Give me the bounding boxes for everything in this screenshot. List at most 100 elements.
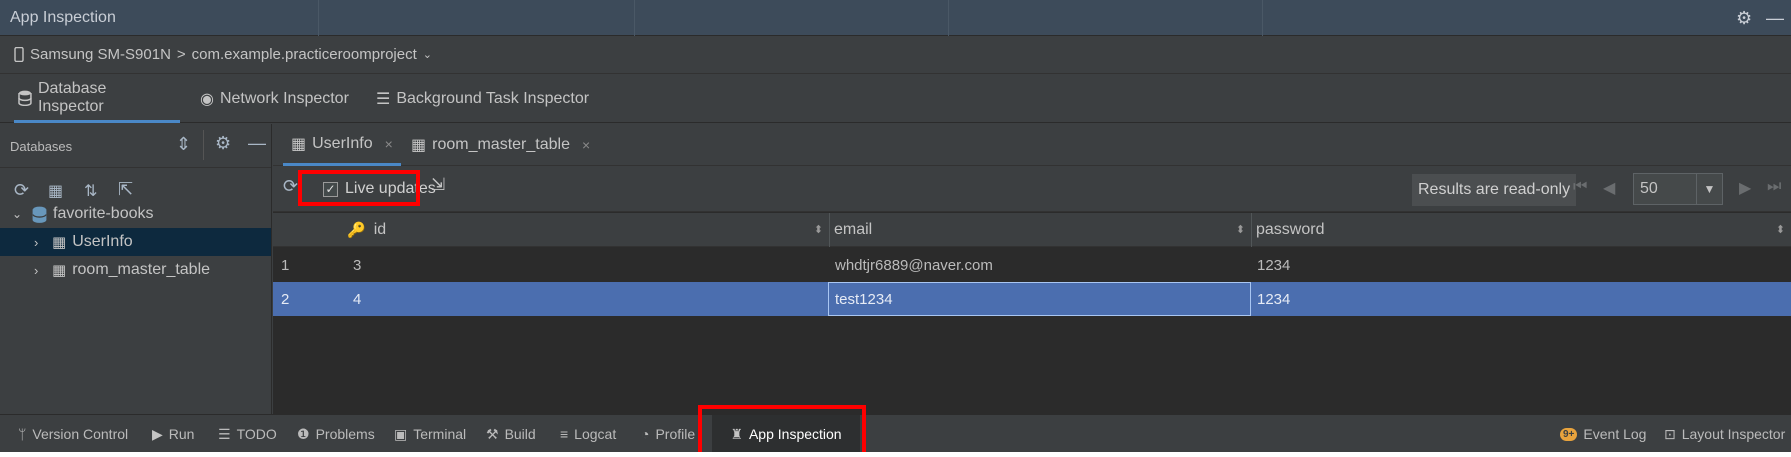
tab-background-task-inspector[interactable]: ☰ Background Task Inspector [372, 75, 593, 123]
collapse-all-icon[interactable]: ⇕ [176, 134, 191, 155]
cell-password[interactable]: 1234 [1257, 248, 1290, 282]
hide-panel-icon[interactable]: — [248, 133, 266, 154]
column-header-password[interactable]: password ⬍ [1251, 213, 1791, 247]
tab-userinfo[interactable]: ▦ UserInfo × [283, 124, 401, 166]
column-header-email[interactable]: email ⬍ [829, 213, 1251, 247]
terminal-icon: ▣ [394, 425, 408, 442]
databases-panel-header: Databases ⇕ ⚙ — [0, 124, 271, 168]
table-icon: ▦ [411, 137, 427, 154]
sort-icon[interactable]: ⬍ [1776, 223, 1785, 236]
layout-inspector-icon: ⊡ [1664, 425, 1676, 442]
close-icon[interactable]: × [385, 136, 393, 152]
table-tabs: ▦ UserInfo × ▦ room_master_table × [273, 124, 1791, 166]
globe-icon: ◉ [200, 91, 214, 108]
tool-run[interactable]: ▶ Run [152, 415, 194, 453]
last-page-icon[interactable]: ⏭ [1767, 178, 1781, 196]
table-row[interactable]: 1 3 whdtjr6889@naver.com 1234 [273, 248, 1791, 282]
tab-room-master-table[interactable]: ▦ room_master_table × [403, 124, 598, 166]
play-icon: ▶ [152, 425, 163, 442]
table-name: UserInfo [72, 233, 133, 250]
refresh-icon[interactable]: ⟳ [14, 180, 29, 201]
gauge-icon: ◔ [641, 426, 650, 442]
offline-mode-icon[interactable]: ⇅ [84, 181, 97, 201]
highlight-box [298, 170, 420, 206]
chevron-right-icon: › [34, 262, 39, 278]
hammer-icon: ⚒ [486, 425, 499, 442]
cell-id[interactable]: 3 [353, 248, 361, 282]
close-icon[interactable]: × [582, 137, 590, 153]
cell-email[interactable]: test1234 [828, 282, 1251, 316]
table-view-panel: ▦ UserInfo × ▦ room_master_table × ⟳ ✓ L… [273, 124, 1791, 414]
chevron-right-icon: › [34, 234, 39, 250]
table-row[interactable]: 2 4 test1234 1234 [273, 282, 1791, 316]
branch-icon: ᛘ [18, 426, 27, 442]
read-only-label: Results are read-only [1412, 174, 1577, 206]
window-title: App Inspection [10, 9, 116, 26]
table-icon: ▦ [52, 234, 67, 251]
tree-item-table-userinfo[interactable]: › ▦ UserInfo [0, 228, 271, 256]
table-icon: ▦ [52, 262, 67, 279]
tool-window-bar: ᛘ Version Control ▶ Run ☰ TODO ❶ Problem… [0, 405, 1791, 457]
tool-build[interactable]: ⚒ Build [486, 415, 536, 453]
tab-database-inspector[interactable]: Database Inspector [14, 75, 180, 123]
database-icon [18, 90, 32, 106]
process-selector-row: Samsung SM-S901N > com.example.practicer… [0, 36, 1791, 74]
sort-icon[interactable]: ⬍ [1236, 223, 1245, 236]
table-name: room_master_table [72, 261, 211, 278]
bottom-margin [0, 452, 1791, 457]
previous-page-icon[interactable]: ◀ [1603, 178, 1615, 198]
run-query-icon[interactable]: ▦ [48, 181, 63, 201]
cell-email[interactable]: whdtjr6889@naver.com [835, 248, 993, 282]
tool-terminal[interactable]: ▣ Terminal [394, 415, 466, 453]
table-toolbar: ⟳ ✓ Live updates ⇲ Results are read-only… [273, 166, 1791, 212]
database-name: favorite-books [53, 205, 154, 222]
first-page-icon[interactable]: ⏮ [1573, 178, 1587, 196]
page-size-select[interactable]: 50 ▼ [1633, 173, 1723, 205]
chevron-down-icon: ⌄ [12, 207, 23, 221]
process-name: com.example.practiceroomproject [191, 46, 417, 63]
tool-logcat[interactable]: ≡ Logcat [560, 415, 616, 453]
tool-event-log[interactable]: 9+ Event Log [1560, 415, 1646, 453]
cell-id[interactable]: 4 [353, 282, 361, 316]
column-header-id[interactable]: 🔑 id ⬍ [347, 213, 829, 247]
export-table-icon[interactable]: ⇲ [431, 175, 445, 195]
warning-icon: ❶ [297, 425, 310, 442]
databases-panel-title: Databases [10, 139, 73, 154]
tool-version-control[interactable]: ᛘ Version Control [18, 415, 128, 453]
tool-layout-inspector[interactable]: ⊡ Layout Inspector [1664, 415, 1785, 453]
sort-icon[interactable]: ⬍ [814, 223, 823, 236]
logcat-icon: ≡ [560, 426, 569, 442]
tool-todo[interactable]: ☰ TODO [218, 415, 277, 453]
minimize-icon[interactable]: — [1766, 8, 1784, 29]
highlight-box [698, 405, 866, 457]
app-inspection-window: App Inspection ⚙ — Samsung SM-S901N > co… [0, 0, 1791, 457]
table-icon: ▦ [291, 135, 307, 153]
event-log-badge: 9+ [1560, 427, 1578, 441]
export-icon[interactable]: ⇱ [118, 179, 133, 200]
gear-icon[interactable]: ⚙ [1736, 8, 1752, 29]
device-separator: > [176, 46, 186, 63]
next-page-icon[interactable]: ▶ [1739, 178, 1751, 198]
refresh-icon[interactable]: ⟳ [283, 176, 298, 197]
chevron-down-icon: ⌄ [422, 49, 432, 61]
tool-profiler[interactable]: ◔ Profile [641, 415, 695, 453]
row-number: 2 [281, 290, 290, 308]
tab-network-inspector[interactable]: ◉ Network Inspector [196, 75, 353, 123]
gear-icon[interactable]: ⚙ [215, 133, 231, 154]
primary-key-icon: 🔑 [347, 222, 366, 239]
list-icon: ☰ [218, 425, 231, 442]
databases-panel: Databases ⇕ ⚙ — ⟳ ▦ ⇅ ⇱ ⌄ favorite-books… [0, 124, 272, 414]
tool-problems[interactable]: ❶ Problems [297, 415, 375, 453]
phone-icon [14, 47, 24, 62]
tree-item-database[interactable]: ⌄ favorite-books [0, 200, 271, 228]
list-icon: ☰ [376, 91, 391, 108]
process-selector[interactable]: Samsung SM-S901N > com.example.practicer… [14, 46, 432, 63]
inspector-tabs: Database Inspector ◉ Network Inspector ☰… [0, 75, 1791, 123]
tree-item-table-room-master[interactable]: › ▦ room_master_table [0, 256, 271, 284]
database-icon [32, 206, 47, 223]
grid-header: 🔑 id ⬍ email ⬍ password ⬍ [273, 213, 1791, 247]
cell-password[interactable]: 1234 [1257, 282, 1290, 316]
title-bar: App Inspection ⚙ — [0, 0, 1791, 36]
chevron-down-icon: ▼ [1696, 174, 1722, 204]
device-name: Samsung SM-S901N [30, 46, 171, 63]
